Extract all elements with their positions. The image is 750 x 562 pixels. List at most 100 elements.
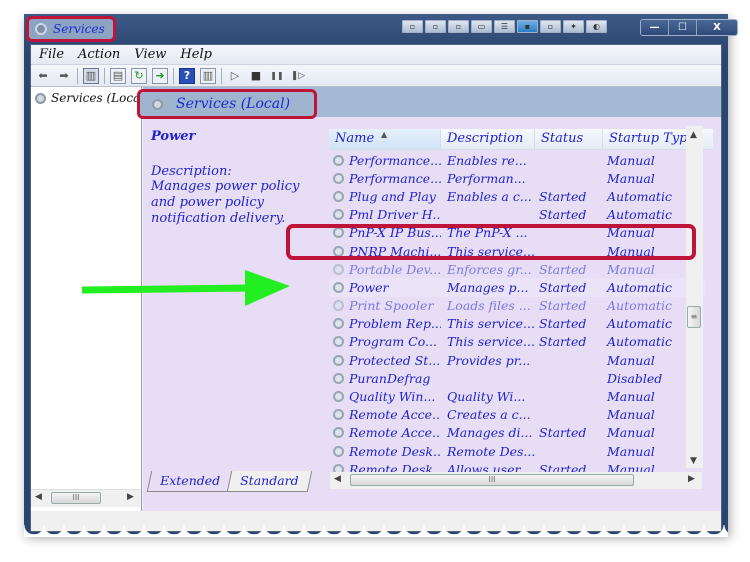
scroll-left-arrow-icon[interactable]: ◀ — [35, 492, 42, 502]
titlebar-tool-icon[interactable]: ☰ — [494, 20, 515, 33]
service-row[interactable]: Performance... Performan... Manual — [329, 169, 705, 187]
scroll-thumb[interactable]: ≡ — [687, 306, 701, 328]
scroll-thumb[interactable]: III — [51, 492, 101, 504]
titlebar-tool-icon[interactable]: ▫ — [425, 20, 446, 33]
service-description-cell: Remote Des... — [447, 443, 535, 459]
service-row[interactable]: Quality Win... Quality Wi... Manual — [329, 387, 705, 405]
service-row[interactable]: Plug and Play Enables a c... Started Automa… — [329, 187, 705, 205]
titlebar-tool-icon[interactable]: ◐ — [586, 20, 607, 33]
scroll-right-arrow-icon[interactable]: ▶ — [688, 474, 695, 484]
column-header-name[interactable]: Name ▲ — [329, 129, 441, 149]
start-service-icon[interactable]: ▷ — [227, 68, 243, 84]
service-name-cell: Plug and Play — [329, 189, 441, 204]
service-name: Plug and Play — [349, 188, 436, 204]
service-row[interactable]: PNRP Machi... This service... Manual — [329, 242, 705, 260]
service-description-cell: Performan... — [447, 170, 526, 186]
service-name: Portable Dev... — [349, 261, 441, 277]
tab-extended[interactable]: Extended — [146, 471, 234, 492]
service-rows: Performance... Enables re... Manual Perform… — [329, 151, 705, 475]
scroll-thumb[interactable]: III — [350, 474, 634, 486]
tree-item-services-local[interactable]: Services (Local) — [35, 91, 139, 105]
service-name-cell: PNRP Machi... — [329, 244, 441, 259]
service-name-cell: Program Co... — [329, 334, 441, 349]
stop-service-icon[interactable]: ■ — [248, 68, 264, 84]
service-status-cell: Started — [539, 207, 587, 223]
service-gear-icon — [333, 427, 344, 439]
help-icon[interactable]: ? — [179, 67, 195, 84]
service-gear-icon — [333, 409, 344, 421]
service-gear-icon — [333, 318, 344, 330]
tree-horizontal-scrollbar[interactable]: ◀ III ▶ — [31, 489, 141, 507]
pause-service-icon[interactable]: ❚❚ — [269, 68, 285, 84]
scroll-up-arrow-icon[interactable]: ▲ — [690, 130, 697, 140]
service-gear-icon — [333, 172, 344, 184]
service-row[interactable]: Portable Dev... Enforces gr... Started Manu… — [329, 260, 705, 278]
service-gear-icon — [333, 300, 344, 312]
service-gear-icon — [333, 445, 344, 457]
pane-header: Services (Local) — [137, 87, 721, 119]
titlebar-tool-icon[interactable]: ▪ — [517, 20, 538, 33]
service-description-cell: Enables re... — [447, 152, 527, 168]
menu-file[interactable]: File — [39, 47, 64, 62]
back-icon[interactable]: ⬅ — [35, 68, 51, 84]
menu-action[interactable]: Action — [78, 47, 120, 62]
scroll-left-arrow-icon[interactable]: ◀ — [334, 474, 341, 484]
service-row[interactable]: Print Spooler Loads files ... Started Autom… — [329, 297, 705, 315]
services-window: Services ▫ ▫ ▫ ▭ ☰ ▪ ▫ ✦ ◐ — ☐ X File Ac… — [24, 14, 738, 534]
maximize-button[interactable]: ☐ — [669, 20, 697, 35]
service-gear-icon — [333, 391, 344, 403]
service-row[interactable]: PnP-X IP Bus... The PnP-X ... Manual — [329, 224, 705, 242]
close-button[interactable]: X — [697, 20, 737, 35]
service-row[interactable]: Program Co... This service... Started Autom… — [329, 333, 705, 351]
restart-service-icon[interactable]: ❚▷ — [290, 68, 306, 84]
tab-label: Standard — [240, 473, 299, 488]
service-row[interactable]: Pml Driver H... Started Automatic — [329, 206, 705, 224]
service-row[interactable]: Remote Acce... Creates a c... Manual — [329, 406, 705, 424]
service-status-cell: Started — [539, 334, 587, 350]
show-hide-console-tree-icon[interactable]: ▥ — [83, 67, 99, 84]
column-header-status[interactable]: Status — [535, 129, 603, 149]
menu-help[interactable]: Help — [180, 47, 212, 62]
title-bar: Services ▫ ▫ ▫ ▭ ☰ ▪ ▫ ✦ ◐ — ☐ X — [24, 14, 738, 42]
export-list-icon[interactable]: ➜ — [152, 67, 168, 84]
forward-icon[interactable]: ➡ — [56, 68, 72, 84]
service-description-cell: This service... — [447, 334, 535, 350]
services-gear-icon — [35, 23, 47, 35]
titlebar-tool-icon[interactable]: ▫ — [540, 20, 561, 33]
list-horizontal-scrollbar[interactable]: ◀ III ▶ — [330, 472, 702, 489]
toolbar-separator — [104, 67, 105, 84]
window-title-highlight: Services — [26, 16, 116, 42]
scroll-right-arrow-icon[interactable]: ▶ — [127, 492, 134, 502]
column-header-description[interactable]: Description — [441, 129, 535, 149]
service-row-selected[interactable]: Power Manages p... Started Automatic — [329, 278, 705, 297]
show-hide-action-pane-icon[interactable]: ▥ — [200, 67, 216, 84]
service-row[interactable]: Remote Desk... Remote Des... Manual — [329, 442, 705, 460]
titlebar-tool-icon[interactable]: ▫ — [448, 20, 469, 33]
service-name: Remote Desk... — [349, 443, 441, 459]
service-name: Program Co... — [349, 334, 437, 350]
properties-icon[interactable]: ▤ — [110, 67, 126, 84]
pane-header-highlight: Services (Local) — [137, 89, 317, 119]
service-name: PuranDefrag — [349, 370, 431, 386]
pin-icon[interactable]: ✦ — [563, 20, 584, 33]
menu-view[interactable]: View — [134, 47, 166, 62]
service-description-cell: This service... — [447, 243, 535, 259]
service-status-cell: Started — [539, 425, 587, 441]
service-name-cell: Remote Acce... — [329, 425, 441, 440]
service-gear-icon — [333, 336, 344, 348]
titlebar-tool-icon[interactable]: ▫ — [402, 20, 423, 33]
service-row[interactable]: Performance... Enables re... Manual — [329, 151, 705, 169]
scroll-down-arrow-icon[interactable]: ▼ — [690, 456, 697, 466]
tab-standard[interactable]: Standard — [226, 471, 312, 492]
client-area: File Action View Help ⬅ ➡ ▥ ▤ ↻ ➜ ? ▥ ▷ … — [30, 44, 722, 532]
service-row[interactable]: PuranDefrag Disabled — [329, 369, 705, 387]
minimize-button[interactable]: — — [641, 20, 669, 35]
service-gear-icon — [333, 263, 344, 275]
list-vertical-scrollbar[interactable]: ▲ ≡ ▼ — [686, 126, 703, 468]
service-name-cell: Remote Acce... — [329, 407, 441, 422]
service-row[interactable]: Protected St... Provides pr... Manual — [329, 351, 705, 369]
service-row[interactable]: Remote Acce... Manages di... Started Manual — [329, 424, 705, 442]
titlebar-tool-icon[interactable]: ▭ — [471, 20, 492, 33]
service-row[interactable]: Problem Rep... This service... Started Auto… — [329, 315, 705, 333]
refresh-icon[interactable]: ↻ — [131, 67, 147, 84]
